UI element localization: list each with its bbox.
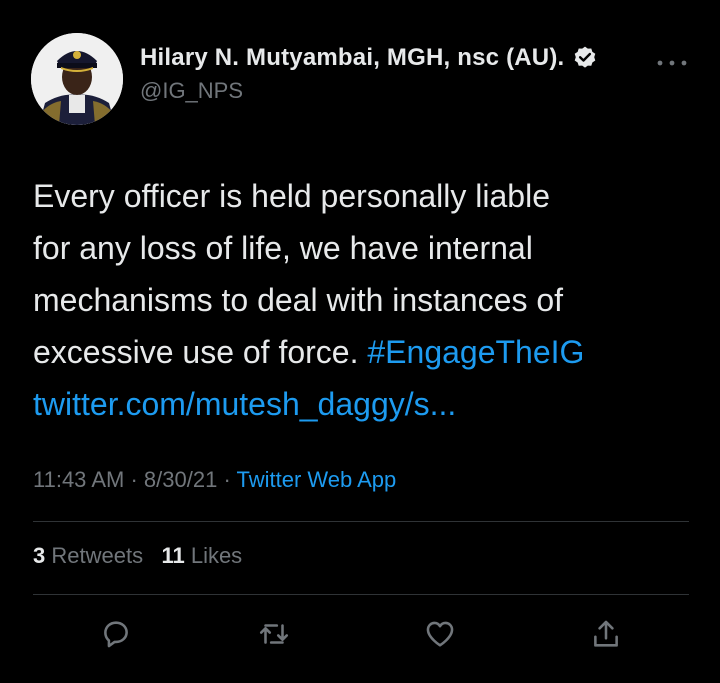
meta-separator: ·	[223, 467, 231, 492]
url-link[interactable]: twitter.com/mutesh_daggy/s...	[33, 386, 456, 422]
retweets-stat[interactable]: 3 Retweets	[33, 543, 143, 568]
avatar-image	[31, 33, 123, 125]
tweet-author[interactable]: Hilary N. Mutyambai, MGH, nsc (AU). @IG_…	[140, 44, 598, 104]
divider	[33, 521, 689, 522]
tweet-text-line: for any loss of life, we have internal	[33, 230, 533, 266]
hashtag-link[interactable]: #EngageTheIG	[367, 334, 584, 370]
share-button[interactable]	[584, 612, 628, 656]
verified-badge-icon	[575, 46, 596, 68]
tweet-text: Every officer is held personally liable …	[33, 170, 693, 430]
author-name[interactable]: Hilary N. Mutyambai, MGH, nsc (AU).	[140, 44, 564, 72]
share-icon	[594, 620, 618, 647]
tweet-text-line: mechanisms to deal with instances of	[33, 282, 564, 318]
likes-count: 11	[161, 543, 185, 568]
reply-icon	[104, 621, 128, 648]
tweet-actions	[0, 612, 720, 656]
tweet-date[interactable]: 8/30/21	[144, 467, 217, 492]
like-button[interactable]	[418, 612, 462, 656]
tweet-text-line: excessive use of force.	[33, 334, 359, 370]
author-handle[interactable]: @IG_NPS	[140, 78, 598, 104]
tweet-meta: 11:43 AM · 8/30/21 · Twitter Web App	[33, 467, 396, 493]
tweet-text-line: Every officer is held personally liable	[33, 178, 550, 214]
meta-separator: ·	[130, 467, 138, 492]
likes-stat[interactable]: 11 Likes	[161, 543, 242, 568]
retweet-button[interactable]	[252, 612, 296, 656]
more-dots-icon[interactable]	[655, 56, 689, 70]
reply-button[interactable]	[94, 612, 138, 656]
tweet-stats: 3 Retweets 11 Likes	[33, 543, 242, 569]
avatar[interactable]	[31, 33, 123, 125]
retweets-count: 3	[33, 543, 46, 568]
likes-label: Likes	[190, 543, 243, 568]
retweets-label: Retweets	[51, 543, 144, 568]
retweet-icon	[259, 624, 289, 644]
tweet-time[interactable]: 11:43 AM	[33, 467, 124, 492]
divider	[33, 594, 689, 595]
tweet-source-link[interactable]: Twitter Web App	[236, 467, 396, 492]
heart-icon	[426, 621, 454, 647]
